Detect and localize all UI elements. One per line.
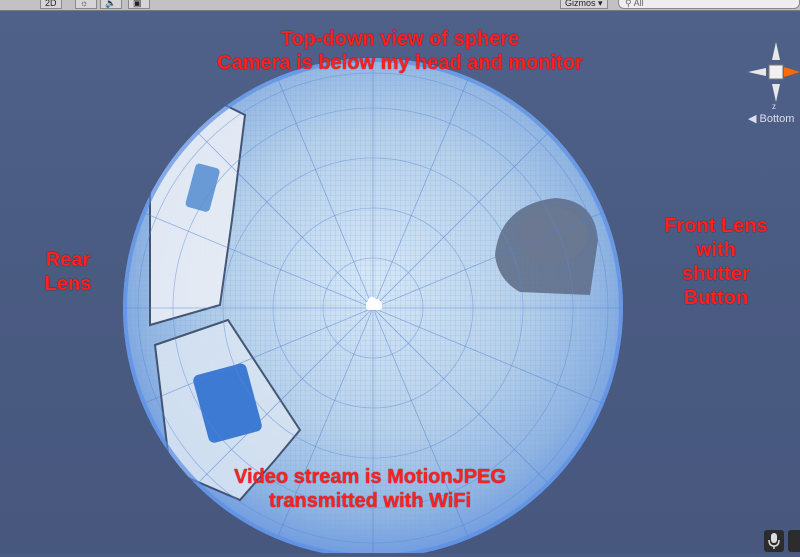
annotation-rear-lens: Rear Lens <box>28 248 108 296</box>
annotation-title: Top-down view of sphere Camera is below … <box>180 27 620 75</box>
gizmo-view-label[interactable]: ◀ Bottom <box>748 112 794 125</box>
sun-icon: ☼ <box>80 0 89 8</box>
scene-toolbar: 2D ☼ 🔈 ▣ Gizmos ▾ ⚲ All <box>0 0 800 11</box>
rear-line-2: Lens <box>44 273 92 295</box>
audio-toggle[interactable]: 🔈 <box>100 0 122 9</box>
bottom-line-1: Video stream is MotionJPEG <box>234 466 506 488</box>
search-icon: ⚲ <box>625 0 632 8</box>
gizmos-label: Gizmos <box>565 0 596 8</box>
speaker-icon: 🔈 <box>105 0 117 8</box>
annotation-video-stream: Video stream is MotionJPEG transmitted w… <box>200 465 540 513</box>
search-placeholder: All <box>633 0 644 8</box>
title-line-1: Top-down view of sphere <box>280 28 520 50</box>
front-line-2: with <box>696 239 736 261</box>
front-line-1: Front Lens <box>664 215 768 237</box>
effects-toggle[interactable]: ▣ <box>128 0 150 9</box>
front-line-4: Button <box>683 287 749 309</box>
gizmos-dropdown[interactable]: Gizmos ▾ <box>560 0 608 9</box>
gizmo-view-text: Bottom <box>759 113 795 125</box>
mode-2d-label: 2D <box>45 0 57 8</box>
microphone-icon[interactable] <box>764 530 784 552</box>
orientation-gizmo[interactable]: z <box>738 32 800 124</box>
annotation-front-lens: Front Lens with shutter Button <box>646 214 786 310</box>
rear-line-1: Rear <box>45 249 91 271</box>
gizmo-axis-label: z <box>772 102 776 111</box>
title-line-2: Camera is below my head and monitor <box>217 52 583 74</box>
lighting-toggle[interactable]: ☼ <box>75 0 97 9</box>
scene-view[interactable]: z ◀ Bottom Top-down view of sphere Camer… <box>0 10 800 553</box>
bottom-line-2: transmitted with WiFi <box>268 490 472 512</box>
search-input[interactable]: ⚲ All <box>618 0 800 9</box>
keyboard-icon[interactable] <box>788 530 800 552</box>
front-line-3: shutter <box>682 263 750 285</box>
mode-2d-button[interactable]: 2D <box>40 0 62 9</box>
image-icon: ▣ <box>133 0 142 8</box>
